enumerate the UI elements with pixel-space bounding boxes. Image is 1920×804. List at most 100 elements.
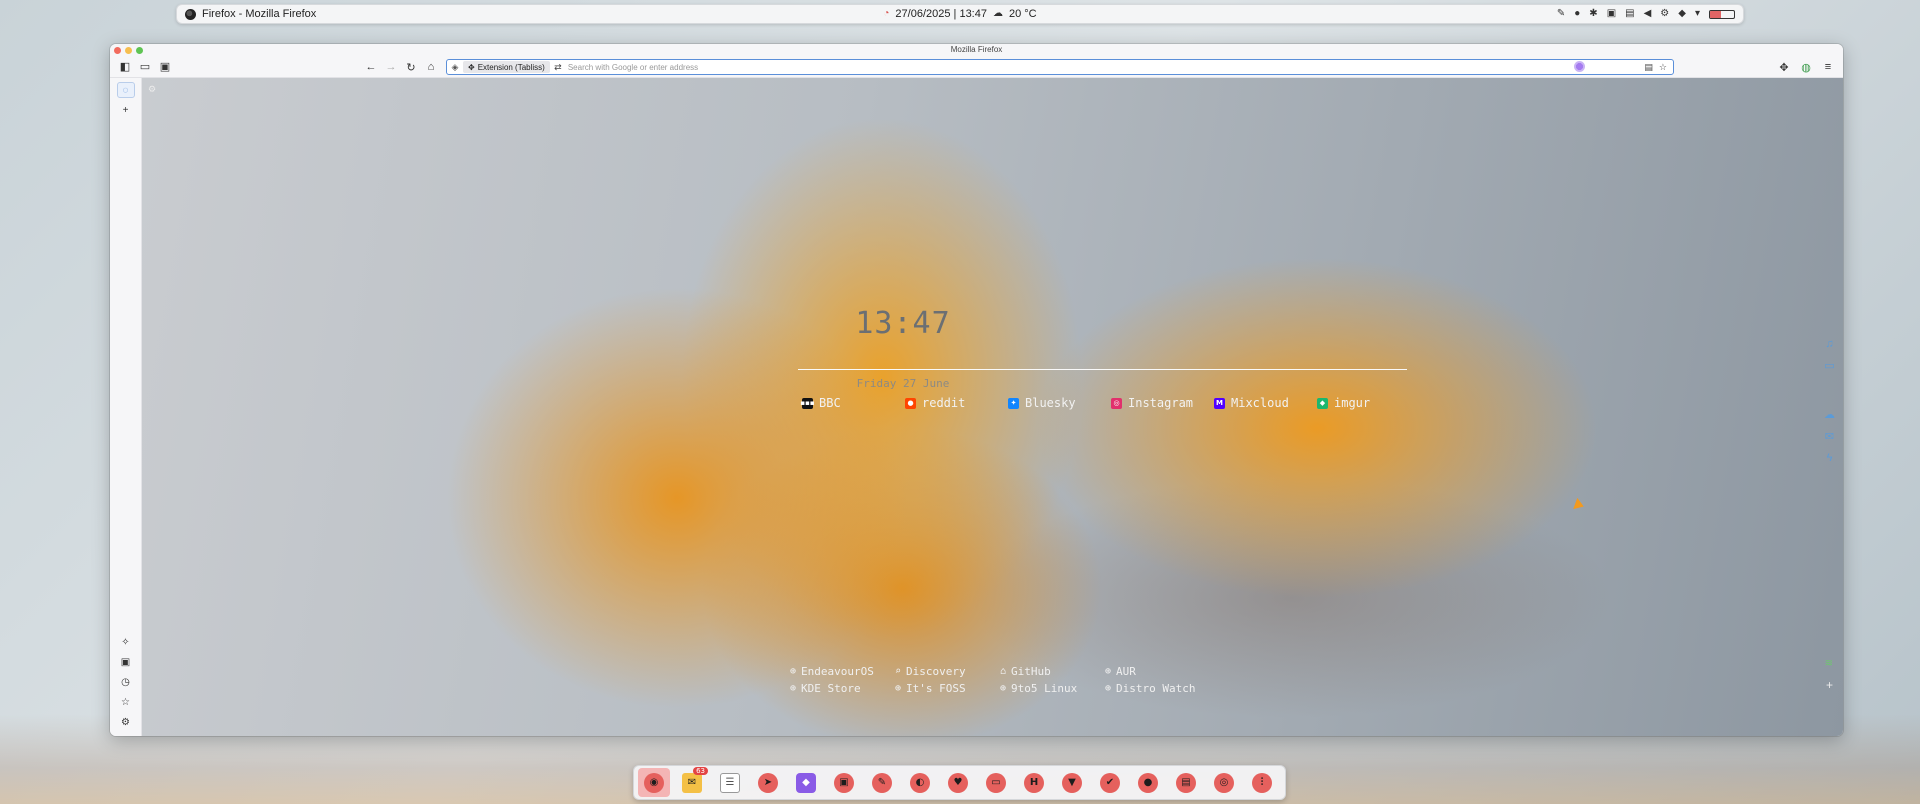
dock-item-editor[interactable]: ✎ xyxy=(866,768,898,797)
weather-icon: ☁ xyxy=(992,8,1003,19)
shield-icon[interactable]: ◈ xyxy=(447,62,463,73)
record-icon[interactable]: ● xyxy=(1574,9,1580,19)
quick-link[interactable]: ⊕ EndeavourOS xyxy=(790,665,895,678)
quick-link[interactable]: ⊕ Distro Watch xyxy=(1105,682,1210,695)
dock-item-check[interactable]: ✔ xyxy=(1094,768,1126,797)
clock-time: 13:47 xyxy=(855,306,951,341)
link-instagram[interactable]: ◎ Instagram xyxy=(1111,396,1214,410)
ai-chat-icon[interactable]: ✧ xyxy=(117,634,135,650)
link-label: reddit xyxy=(922,396,966,410)
search-icon: ⌕ xyxy=(895,666,902,677)
panel-datetime[interactable]: 27/06/2025 | 13:47 xyxy=(895,8,987,20)
volume-icon[interactable]: ◀ xyxy=(1644,9,1652,19)
quick-link[interactable]: ⊕ 9to5 Linux xyxy=(1000,682,1105,695)
mouse-cursor-icon xyxy=(1573,497,1586,513)
container-icon[interactable]: ▣ xyxy=(156,58,174,76)
dock-item-firefox[interactable]: ◉ xyxy=(638,768,670,797)
globe-icon: ⊕ xyxy=(1105,666,1112,677)
settings-icon[interactable]: ⚙ xyxy=(1660,9,1669,19)
editor-icon: ✎ xyxy=(872,772,892,793)
quick-link[interactable]: ⊕ It's FOSS xyxy=(895,682,1000,695)
terminal-icon: ▭ xyxy=(986,772,1006,793)
synced-tabs-icon[interactable]: ▣ xyxy=(117,654,135,670)
add-widget-icon[interactable]: + xyxy=(1826,678,1833,692)
window-title: Mozilla Firefox xyxy=(950,45,1003,54)
dock-item-terminal[interactable]: ▭ xyxy=(980,768,1012,797)
quick-link-label: Discovery xyxy=(906,665,966,678)
check-icon: ✔ xyxy=(1100,772,1120,793)
archive-icon: ▤ xyxy=(1176,772,1196,793)
customize-sidebar-icon[interactable]: ⚙ xyxy=(117,714,135,730)
dock-item-tasks[interactable]: ☰ xyxy=(714,768,746,797)
dock-item-vpn[interactable]: ▼ xyxy=(1056,768,1088,797)
dock-item-mixer[interactable]: ⫶ xyxy=(1246,768,1278,797)
extension-icon[interactable] xyxy=(1574,61,1585,72)
quick-link[interactable]: ⌂ GitHub xyxy=(1000,665,1105,678)
address-input[interactable] xyxy=(565,62,1645,72)
bookmarks-icon[interactable]: ☆ xyxy=(117,694,135,710)
back-icon[interactable]: ← xyxy=(362,58,380,76)
link-bluesky[interactable]: ✦ Bluesky xyxy=(1008,396,1111,410)
panel-temperature[interactable]: 20 °C xyxy=(1009,8,1037,20)
sidebar-add-icon[interactable]: + xyxy=(117,102,135,118)
dock-item-files[interactable]: ▣ xyxy=(828,768,860,797)
firefox-icon xyxy=(185,8,196,20)
puzzle-icon: ✥ xyxy=(468,62,475,72)
dock-item-camera[interactable]: ● xyxy=(1132,768,1164,797)
bluetooth-icon[interactable]: ✱ xyxy=(1589,9,1597,19)
home-icon[interactable]: ⌂ xyxy=(422,58,440,76)
extension-identity-chip[interactable]: ✥ Extension (Tabliss) xyxy=(463,61,550,73)
quick-link[interactable]: ⌕ Discovery xyxy=(895,665,1000,678)
quick-link[interactable]: ⊕ KDE Store xyxy=(790,682,895,695)
quick-link-label: EndeavourOS xyxy=(801,665,874,678)
link-imgur[interactable]: ◆ imgur xyxy=(1317,396,1420,410)
navigation-toolbar: ◧ ▭ ▣ ← → ↻ ⌂ ◈ ✥ Extension (Tabliss) ⇄ … xyxy=(110,56,1843,78)
dock-item-archive[interactable]: ▤ xyxy=(1170,768,1202,797)
tab-overview-icon[interactable]: ▭ xyxy=(136,58,154,76)
mail-icon[interactable]: ✉ xyxy=(1825,430,1834,443)
reload-icon[interactable]: ↻ xyxy=(402,58,420,76)
account-icon[interactable]: ◍ xyxy=(1797,58,1815,76)
menu-icon[interactable]: ≡ xyxy=(1819,58,1837,76)
tv-icon[interactable]: ▭ xyxy=(1824,359,1834,372)
sidebar-extension-icon[interactable]: ◌ xyxy=(116,82,135,98)
display-icon[interactable]: ▣ xyxy=(1607,9,1616,19)
tray-expand-icon[interactable]: ▾ xyxy=(1695,9,1700,19)
battery-indicator[interactable] xyxy=(1709,9,1735,19)
music-icon[interactable]: ♫ xyxy=(1825,338,1833,350)
dock-item-obsidian[interactable]: ◆ xyxy=(790,768,822,797)
dock-item-heart[interactable]: ♥ xyxy=(942,768,974,797)
link-reddit[interactable]: ● reddit xyxy=(905,396,1008,410)
titlebar: Mozilla Firefox xyxy=(110,44,1843,56)
tabliss-settings-icon[interactable]: ⚙ xyxy=(148,84,156,95)
bookmark-star-icon[interactable]: ☆ xyxy=(1659,62,1667,73)
active-window-title[interactable]: Firefox - Mozilla Firefox xyxy=(202,8,316,20)
dock-item-palette[interactable]: ◐ xyxy=(904,768,936,797)
right-edge-icons: ♫ ▭ ☁ ✉ ϟ xyxy=(1824,338,1835,464)
forward-icon[interactable]: → xyxy=(382,58,400,76)
link-mixcloud[interactable]: M Mixcloud xyxy=(1214,396,1317,410)
firefox-icon: ◉ xyxy=(644,772,664,793)
quick-link[interactable]: ⊕ AUR xyxy=(1105,665,1210,678)
sidebar-toggle-icon[interactable]: ◧ xyxy=(116,58,134,76)
network-icon[interactable]: ◆ xyxy=(1678,9,1686,19)
dock-item-disk[interactable]: ◎ xyxy=(1208,768,1240,797)
files-icon: ▣ xyxy=(834,772,854,793)
dock-item-mail[interactable]: ✉ 63 xyxy=(676,767,708,797)
globe-icon: ⊕ xyxy=(1000,683,1007,694)
clipboard-icon[interactable]: ▤ xyxy=(1625,9,1634,19)
dock-item-hex[interactable]: H xyxy=(1018,768,1050,797)
url-bar[interactable]: ◈ ✥ Extension (Tabliss) ⇄ ▤ ☆ xyxy=(446,59,1674,75)
dock-item-telegram[interactable]: ➤ xyxy=(752,768,784,797)
extensions-icon[interactable]: ✥ xyxy=(1775,58,1793,76)
link-label: Instagram xyxy=(1128,396,1194,410)
firefox-window: Mozilla Firefox ◧ ▭ ▣ ← → ↻ ⌂ ◈ ✥ Extens… xyxy=(110,44,1843,736)
bbc-icon: ▪▪▪ xyxy=(800,397,815,409)
swap-icon[interactable]: ⇄ xyxy=(550,62,566,73)
history-icon[interactable]: ◷ xyxy=(117,674,135,690)
reader-view-icon[interactable]: ▤ xyxy=(1644,62,1653,73)
lightning-icon[interactable]: ϟ xyxy=(1827,452,1833,464)
link-bbc[interactable]: ▪▪▪ BBC xyxy=(800,396,905,410)
color-picker-icon[interactable]: ✎ xyxy=(1557,9,1565,19)
cloud-icon[interactable]: ☁ xyxy=(1824,408,1835,421)
